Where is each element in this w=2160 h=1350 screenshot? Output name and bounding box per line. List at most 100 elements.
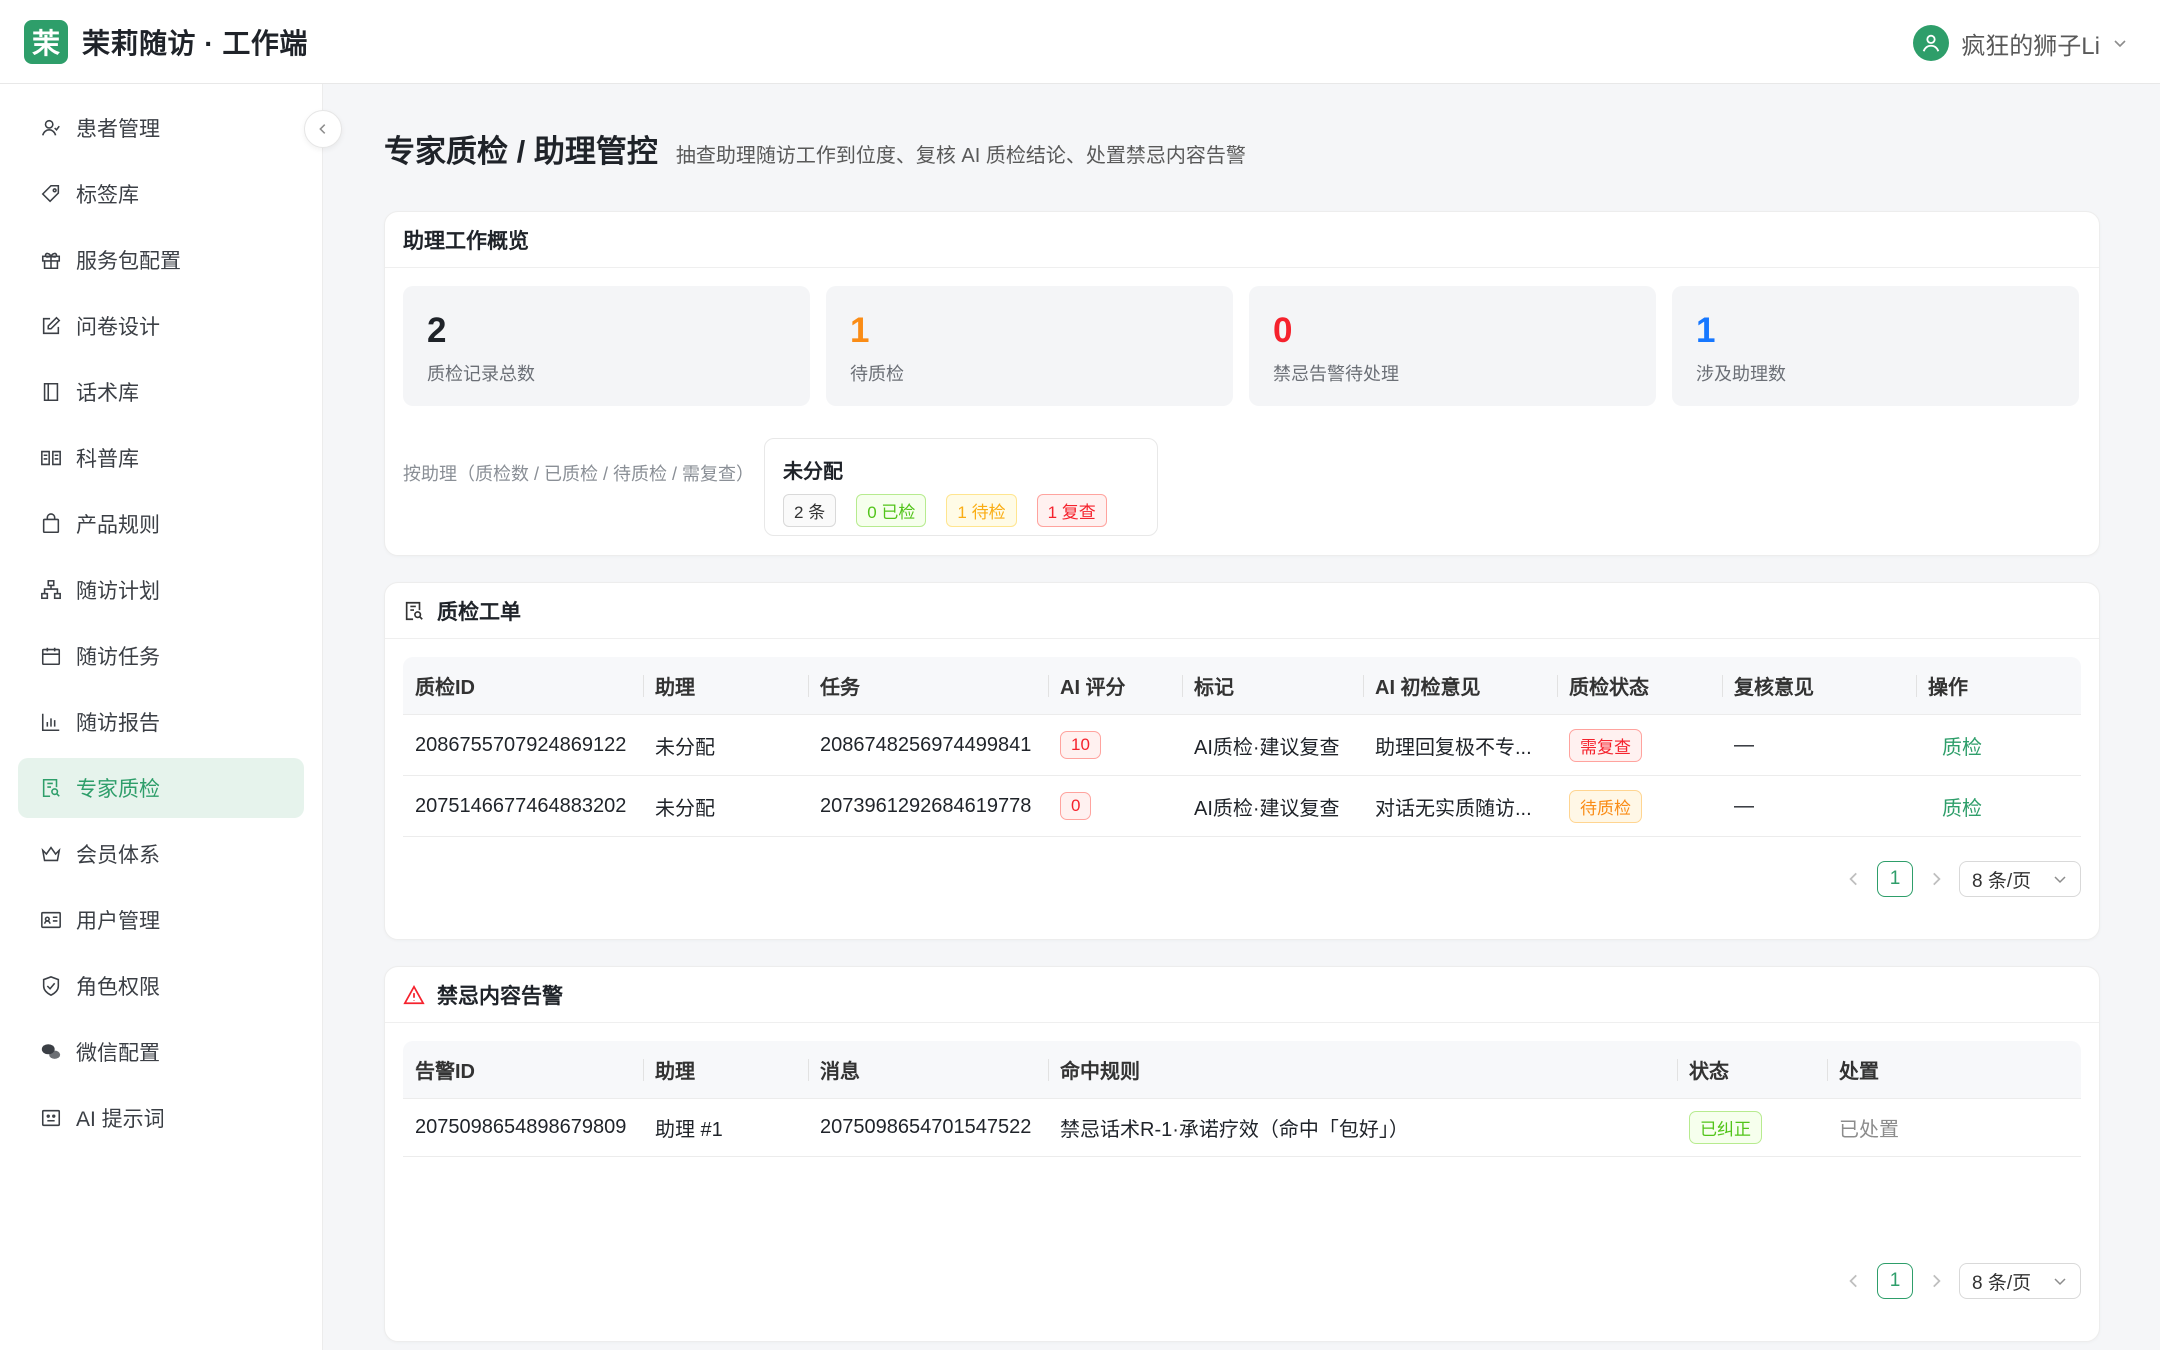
top-bar: 茉 茉莉随访 · 工作端 疯狂的狮子Li <box>0 0 2160 84</box>
qc-action-link[interactable]: 质检 <box>1916 715 2081 775</box>
status-cell: 已纠正 <box>1677 1099 1827 1156</box>
stat-value: 1 <box>850 311 870 350</box>
page-header: 专家质检 / 助理管控 抽查助理随访工作到位度、复核 AI 质检结论、处置禁忌内… <box>384 126 1246 171</box>
sidebar-item-expert-qc[interactable]: 专家质检 <box>18 758 304 818</box>
column-header[interactable]: 任务 <box>808 657 1048 714</box>
qc-orders-header: 质检工单 <box>385 583 2099 639</box>
app-logo: 茉 <box>24 19 68 64</box>
column-header[interactable]: 助理 <box>643 1041 808 1098</box>
sidebar-item-label: 角色权限 <box>76 976 160 999</box>
column-header[interactable]: 处置 <box>1827 1041 2081 1098</box>
mark: AI质检·建议复查 <box>1194 736 1340 759</box>
chevron-left-icon[interactable] <box>1845 870 1863 888</box>
page-size-value: 8 条/页 <box>1972 1272 2032 1294</box>
column-header[interactable]: 状态 <box>1677 1041 1827 1098</box>
stat-alerts-pending: 0 禁忌告警待处理 <box>1249 286 1656 406</box>
by-assistant-row: 按助理（质检数 / 已质检 / 待质检 / 需复查） 未分配 2 条 0 已检 … <box>403 438 1159 536</box>
sidebar-item-product-rules[interactable]: 产品规则 <box>18 494 304 554</box>
status-cell: 需复查 <box>1557 715 1722 775</box>
sidebar-item-education[interactable]: 科普库 <box>18 428 304 488</box>
sidebar-item-roles[interactable]: 角色权限 <box>18 956 304 1016</box>
calendar-icon <box>41 647 61 666</box>
column-header[interactable]: 命中规则 <box>1048 1041 1677 1098</box>
ai-opinion: 对话无实质随访... <box>1375 797 1532 820</box>
sidebar-collapse-button[interactable] <box>304 110 342 148</box>
column-header[interactable]: 告警ID <box>403 1041 643 1098</box>
chevron-right-icon[interactable] <box>1927 1272 1945 1290</box>
page-size-select[interactable]: 8 条/页 <box>1959 861 2081 897</box>
column-header[interactable]: 操作 <box>1916 657 2081 714</box>
overview-card-title: 助理工作概览 <box>385 212 2099 268</box>
sidebar-item-followup-reports[interactable]: 随访报告 <box>18 692 304 752</box>
assistant-chips: 2 条 0 已检 1 待检 1 复查 <box>783 494 1139 527</box>
status-cell: 待质检 <box>1557 776 1722 836</box>
qc-orders-table: 质检ID 助理 任务 AI 评分 标记 AI 初检意见 质检状态 复核意见 操作… <box>403 657 2081 837</box>
patient-icon <box>41 119 60 136</box>
edit-icon <box>42 316 61 335</box>
ai-score-cell: 0 <box>1048 776 1182 836</box>
chevron-left-icon[interactable] <box>1845 1272 1863 1290</box>
stats-row: 2 质检记录总数 1 待质检 0 禁忌告警待处理 1 涉及助理数 <box>403 286 2079 406</box>
assistant-summary-card[interactable]: 未分配 2 条 0 已检 1 待检 1 复查 <box>764 438 1159 536</box>
alerts-header: 禁忌内容告警 <box>385 967 2099 1023</box>
review-opinion: — <box>1734 794 1754 817</box>
stat-label: 禁忌告警待处理 <box>1273 364 1399 384</box>
chip-checked: 0 已检 <box>856 494 927 527</box>
sidebar-menu: 患者管理 标签库 服务包配置 问卷设计 话术库 科普库 产品规则 随访计划 随访… <box>0 84 322 1148</box>
sidebar-item-users[interactable]: 用户管理 <box>18 890 304 950</box>
sidebar-item-label: 患者管理 <box>76 118 160 141</box>
chevron-right-icon[interactable] <box>1927 870 1945 888</box>
sidebar-item-label: 问卷设计 <box>76 316 160 339</box>
column-header[interactable]: 质检状态 <box>1557 657 1722 714</box>
assistant: 助理 #1 <box>655 1119 723 1141</box>
assistant: 未分配 <box>655 736 715 759</box>
page-number[interactable]: 1 <box>1877 1263 1913 1299</box>
sidebar-item-label: 产品规则 <box>76 514 160 537</box>
sidebar-item-label: 标签库 <box>76 184 139 207</box>
ai-score-cell: 10 <box>1048 715 1182 775</box>
idcard-icon <box>41 911 61 929</box>
bag-icon <box>42 513 60 534</box>
column-header[interactable]: AI 初检意见 <box>1363 657 1557 714</box>
stat-value: 2 <box>427 311 447 350</box>
stat-label: 待质检 <box>850 364 904 384</box>
column-header[interactable]: 质检ID <box>403 657 643 714</box>
sidebar-item-ai-prompts[interactable]: AI 提示词 <box>18 1088 304 1148</box>
sidebar-item-service-packages[interactable]: 服务包配置 <box>18 230 304 290</box>
page-size-select[interactable]: 8 条/页 <box>1959 1263 2081 1299</box>
chevron-left-icon <box>319 124 326 134</box>
column-header[interactable]: 消息 <box>808 1041 1048 1098</box>
column-header[interactable]: AI 评分 <box>1048 657 1182 714</box>
read-icon <box>41 450 61 466</box>
sidebar-item-questionnaire[interactable]: 问卷设计 <box>18 296 304 356</box>
qc-action-link[interactable]: 质检 <box>1916 776 2081 836</box>
user-menu[interactable]: 疯狂的狮子Li <box>1913 24 2128 62</box>
review-opinion: — <box>1734 733 1754 756</box>
column-header[interactable]: 标记 <box>1182 657 1363 714</box>
column-header[interactable]: 复核意见 <box>1722 657 1916 714</box>
bar-chart-icon <box>41 713 60 732</box>
sidebar-item-label: 随访计划 <box>76 580 160 603</box>
sidebar-item-tags[interactable]: 标签库 <box>18 164 304 224</box>
sidebar: 患者管理 标签库 服务包配置 问卷设计 话术库 科普库 产品规则 随访计划 随访… <box>0 84 323 1350</box>
status-badge: 需复查 <box>1569 728 1642 762</box>
sidebar-item-label: 科普库 <box>76 448 139 471</box>
sidebar-item-scripts[interactable]: 话术库 <box>18 362 304 422</box>
sidebar-item-patients[interactable]: 患者管理 <box>18 98 304 158</box>
sidebar-item-wechat[interactable]: 微信配置 <box>18 1022 304 1082</box>
sidebar-item-followup-plan[interactable]: 随访计划 <box>18 560 304 620</box>
assistant-name: 未分配 <box>783 461 844 483</box>
sidebar-item-label: 服务包配置 <box>76 250 181 273</box>
chevron-down-icon <box>2054 876 2066 884</box>
sidebar-item-membership[interactable]: 会员体系 <box>18 824 304 884</box>
page-title: 专家质检 / 助理管控 <box>384 134 658 169</box>
pagination: 1 8 条/页 <box>1845 1263 2081 1299</box>
by-assistant-label: 按助理（质检数 / 已质检 / 待质检 / 需复查） <box>403 464 755 484</box>
sidebar-item-followup-tasks[interactable]: 随访任务 <box>18 626 304 686</box>
table-row: 2075146677464883202 未分配 2073961292684619… <box>403 776 2081 837</box>
chevron-down-icon <box>2054 1278 2066 1286</box>
page-number[interactable]: 1 <box>1877 861 1913 897</box>
ai-score-badge: 0 <box>1060 792 1092 820</box>
page-subtitle: 抽查助理随访工作到位度、复核 AI 质检结论、处置禁忌内容告警 <box>675 145 1246 167</box>
column-header[interactable]: 助理 <box>643 657 808 714</box>
